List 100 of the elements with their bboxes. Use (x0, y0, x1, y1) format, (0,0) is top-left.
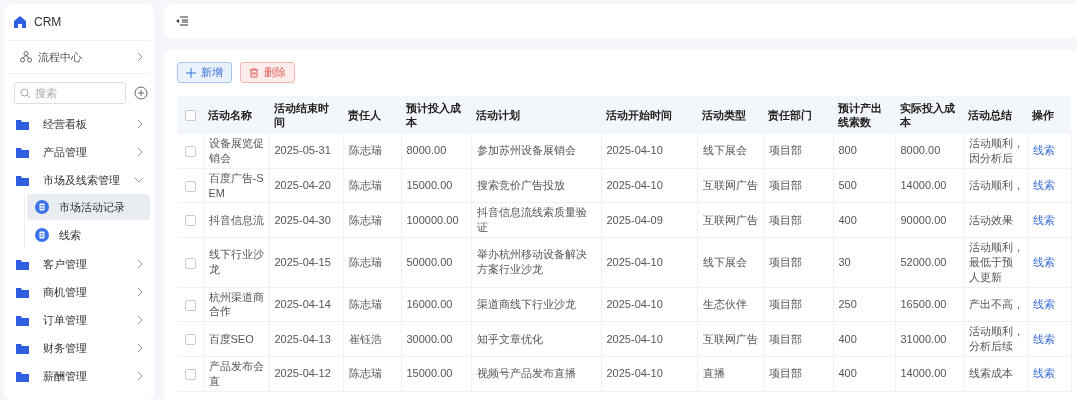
table-cell: 2025-04-10 (601, 168, 697, 203)
menu-collapse-icon[interactable] (176, 16, 188, 26)
table-cell: 16000.00 (401, 287, 471, 322)
nav-item[interactable]: 订单管理 (8, 306, 150, 334)
table-cell: 渠道商线下行业沙龙 (471, 287, 601, 322)
add-button[interactable]: 新增 (177, 62, 232, 83)
folder-icon (16, 258, 29, 270)
table-cell: 百度SEO (203, 321, 269, 357)
table-cell: 线下展会 (697, 134, 763, 169)
table-cell: 视频号产品发布直播 (471, 356, 601, 392)
folder-icon (16, 342, 29, 354)
process-center-item[interactable]: 流程中心 (8, 41, 150, 74)
table-cell: 项目部 (763, 287, 833, 322)
chevron-right-icon (136, 315, 144, 325)
table-cell: 15000.00 (401, 356, 471, 392)
nav-item[interactable]: 薪酬管理 (8, 362, 150, 390)
table-cell: 活动顺利， (968, 240, 1025, 255)
home-icon (14, 16, 26, 28)
table-cell: 活动顺利， (968, 178, 1025, 193)
nav-subitem[interactable]: 线索 (27, 222, 150, 248)
trash-icon (249, 67, 259, 78)
folder-icon (16, 314, 29, 326)
table-cell: 2025-04-13 (269, 321, 343, 357)
table-cell: 100000.00 (401, 202, 471, 238)
column-header: 活动类型 (697, 96, 763, 134)
table-cell: 项目部 (763, 321, 833, 357)
column-header: 责任部门 (763, 96, 833, 134)
nav-item[interactable]: 经营看板 (8, 110, 150, 138)
table-cell: 15000.00 (401, 168, 471, 203)
clue-link[interactable]: 线索 (1032, 179, 1055, 192)
table-cell: 2025-05-31 (269, 134, 343, 169)
chevron-right-icon (136, 287, 144, 297)
table-cell: 产出不高， (968, 297, 1025, 312)
checkbox[interactable] (185, 180, 196, 192)
table-cell: 互联网广告 (697, 321, 763, 357)
checkbox[interactable] (185, 299, 196, 311)
table-cell: 14000.00 (895, 356, 963, 392)
table-cell: 活动顺利， (968, 136, 1025, 151)
network-icon (20, 51, 32, 63)
table-cell: 2025-04-10 (601, 356, 697, 392)
clue-link[interactable]: 线索 (1032, 367, 1055, 380)
table-cell-text: 分析后续 (968, 339, 1014, 354)
table-cell: 400 (833, 202, 895, 238)
table-cell: 2025-04-14 (269, 287, 343, 322)
table-cell: 互联网广告 (697, 168, 763, 203)
table-cell: 设备展览促销会 (203, 134, 269, 169)
table-cell: 搜索竞价广告投放 (471, 168, 601, 203)
table-cell: 直播 (697, 356, 763, 392)
nav-item[interactable]: 产品管理 (8, 138, 150, 166)
table-cell: 项目部 (763, 202, 833, 238)
chevron-right-icon (136, 371, 144, 381)
add-circle-icon[interactable] (134, 86, 148, 100)
table-cell: 2025-04-09 (601, 202, 697, 238)
checkbox[interactable] (185, 215, 196, 227)
search-field[interactable]: 搜索 (14, 82, 126, 104)
clue-link[interactable]: 线索 (1032, 213, 1055, 226)
chevron-right-icon (136, 119, 144, 129)
nav-item[interactable]: 客户管理 (8, 250, 150, 278)
table-cell: 2025-04-10 (601, 134, 697, 169)
checkbox[interactable] (185, 369, 196, 380)
folder-icon (16, 286, 29, 298)
table-cell-text: 最低于预 (968, 254, 1014, 270)
table-cell: 参加苏州设备展销会 (471, 134, 601, 169)
table-cell: 50000.00 (401, 237, 471, 288)
table-cell: 400 (833, 356, 895, 392)
checkbox[interactable] (185, 110, 196, 122)
chevron-right-icon (136, 259, 144, 269)
table-cell: 2025-04-12 (269, 356, 343, 392)
column-header: 实际投入成本 (895, 96, 963, 134)
nav-item[interactable]: 市场及线索管理 (8, 166, 150, 194)
table-cell: 2025-04-10 (601, 287, 697, 322)
chevron-right-icon (136, 52, 144, 62)
table-cell: 杭州渠道商合作 (203, 287, 269, 322)
table-cell: 举办杭州移动设备解决方案行业沙龙 (471, 237, 601, 288)
checkbox[interactable] (185, 334, 196, 346)
document-icon (35, 228, 49, 242)
chevron-down-icon (134, 175, 144, 185)
table-cell: 14000.00 (895, 168, 963, 203)
table-cell-text: 因分析后 (968, 150, 1014, 166)
nav-subitem[interactable]: 市场活动记录 (27, 194, 150, 220)
table-cell: 抖音信息流线索质量验证 (471, 202, 601, 238)
table-cell: 陈志瑞 (343, 356, 401, 392)
table-cell: 30 (833, 237, 895, 288)
document-icon (35, 200, 49, 214)
table-cell: 400 (833, 321, 895, 357)
clue-link[interactable]: 线索 (1032, 332, 1055, 345)
table-cell: 2025-04-20 (269, 168, 343, 203)
table-cell: 抖音信息流 (203, 202, 269, 238)
clue-link[interactable]: 线索 (1032, 144, 1055, 157)
nav-item[interactable]: 财务管理 (8, 334, 150, 362)
checkbox[interactable] (185, 257, 196, 269)
clue-link[interactable]: 线索 (1032, 298, 1055, 310)
table-cell: 90000.00 (895, 202, 963, 238)
clue-link[interactable]: 线索 (1032, 255, 1055, 268)
table-cell: 2025-04-30 (269, 202, 343, 238)
checkbox[interactable] (185, 146, 196, 157)
table-cell: 800 (833, 134, 895, 169)
table-cell: 崔钰浩 (343, 321, 401, 357)
column-header: 责任人 (343, 96, 401, 134)
nav-item[interactable]: 商机管理 (8, 278, 150, 306)
